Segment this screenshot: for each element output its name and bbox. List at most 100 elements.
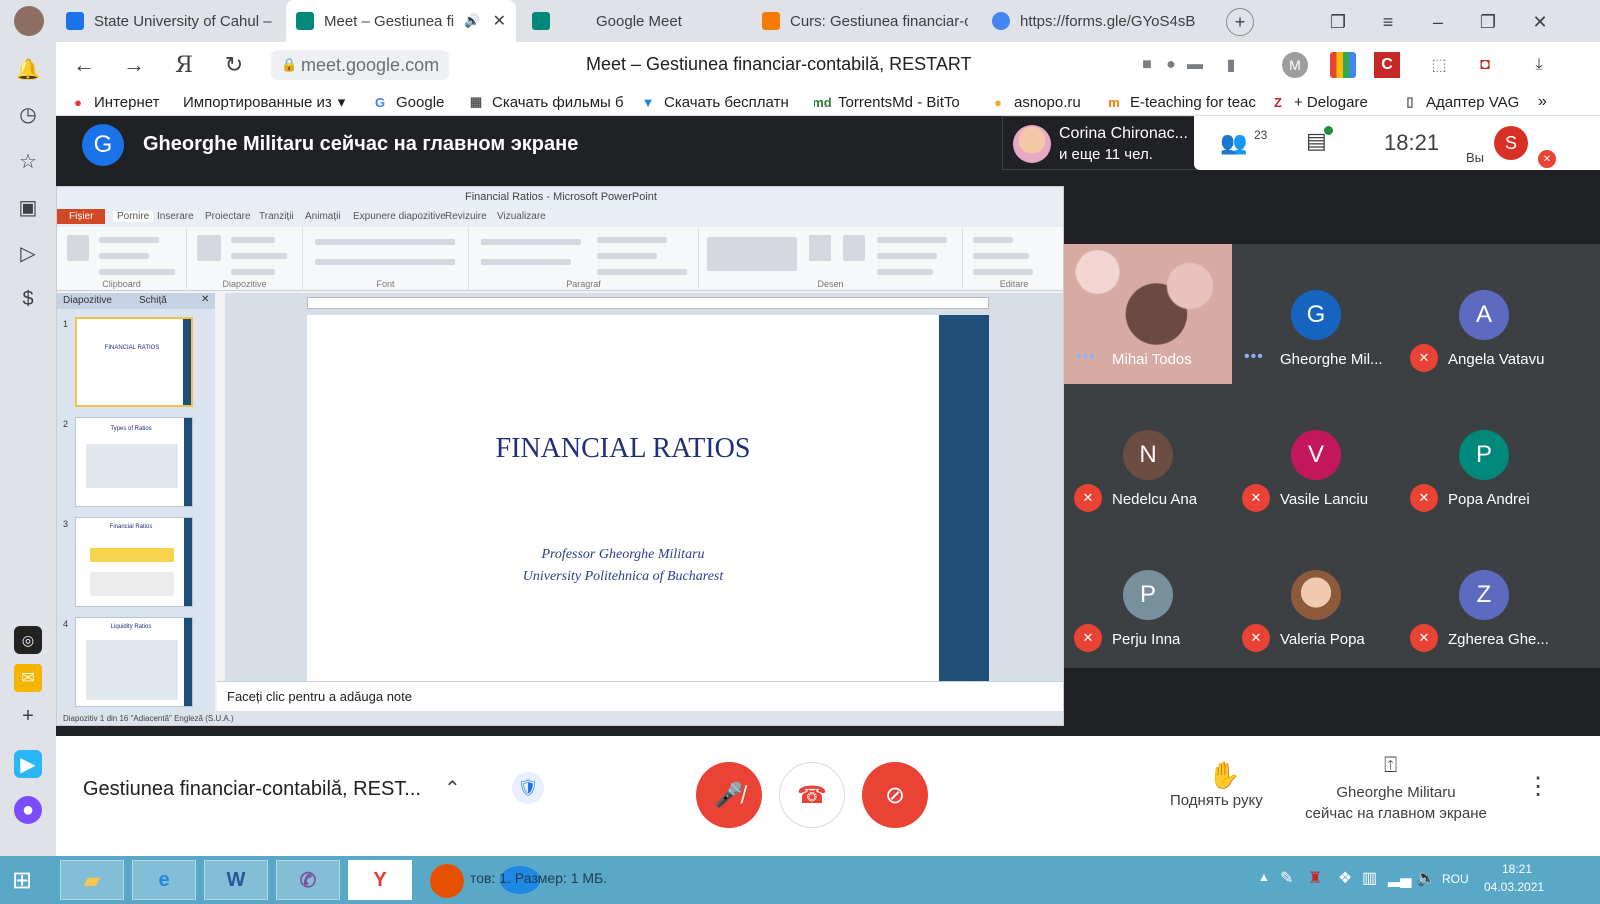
meeting-title[interactable]: Gestiunea financiar-contabilă, REST... (83, 778, 421, 801)
explorer-icon[interactable]: ▰ (60, 860, 124, 900)
windows-start-icon[interactable]: ⊞ (12, 866, 32, 895)
more-options-icon[interactable]: ••• (1244, 348, 1264, 366)
speaker-icon[interactable]: 🔊 (464, 13, 480, 29)
collections-icon[interactable]: ▣ (14, 193, 42, 221)
forward-icon[interactable]: → (120, 51, 148, 79)
self-avatar[interactable]: S (1494, 126, 1528, 160)
restore-icon[interactable]: ❐ (1474, 8, 1502, 36)
camera-off-button[interactable]: ⊘ (862, 762, 928, 828)
camera-icon[interactable]: ■ (1134, 52, 1160, 78)
close-window-icon[interactable]: ✕ (1526, 8, 1554, 36)
raise-hand-icon[interactable]: ✋ (1208, 760, 1240, 791)
wallet-icon[interactable]: $ (14, 285, 42, 313)
minimize-icon[interactable]: – (1424, 8, 1452, 36)
close-tab-icon[interactable]: ✕ (493, 11, 506, 31)
network-icon[interactable]: ▥ (1362, 868, 1377, 888)
mic-icon[interactable]: ● (1158, 52, 1184, 78)
chat-icon[interactable]: ▬ (1182, 52, 1208, 78)
ribbon-tab-file[interactable]: Fișier (57, 209, 106, 224)
ribbon-tab-slideshow[interactable]: Expunere diapozitive (353, 211, 446, 222)
dropbox-icon[interactable]: ❖ (1338, 868, 1352, 888)
back-icon[interactable]: ← (70, 51, 98, 79)
extension-box-icon[interactable]: ⬚ (1426, 52, 1452, 78)
shield-icon[interactable]: 🛡 (512, 772, 544, 804)
bookmark-movies[interactable]: ▦ Скачать фильмы б (468, 92, 624, 112)
extension-icon[interactable] (1330, 52, 1356, 78)
more-bookmarks-icon[interactable]: » (1538, 92, 1558, 112)
bookmark-internet[interactable]: ● Интернет (70, 92, 170, 112)
profile-avatar[interactable] (14, 6, 44, 36)
tab-forms[interactable]: https://forms.gle/GYoS4sB (982, 0, 1208, 42)
people-icon[interactable]: 👥 (1220, 130, 1247, 156)
history-icon[interactable]: ◷ (14, 100, 42, 128)
add-icon[interactable]: + (14, 702, 42, 730)
ribbon-tab-view[interactable]: Vizualizare (497, 211, 546, 222)
tab-meet-active[interactable]: Meet – Gestiunea fin 🔊 ✕ (286, 0, 516, 42)
url-field[interactable]: 🔒 meet.google.com (271, 50, 450, 80)
raise-hand-label[interactable]: Поднять руку (1170, 792, 1263, 809)
slide-thumb-1[interactable]: FINANCIAL RATIOS (75, 317, 193, 407)
slide-thumb-3[interactable]: Financial Ratios (75, 517, 193, 607)
yandex-icon[interactable]: Я (170, 51, 198, 79)
profile-m-icon[interactable]: M (1282, 52, 1308, 78)
ribbon-tab-design[interactable]: Proiectare (205, 211, 251, 222)
messenger-icon[interactable]: ▶ (14, 750, 42, 778)
bookmark-download[interactable]: ▼ Скачать бесплатн (640, 92, 796, 112)
ribbon-tab-insert[interactable]: Inserare (157, 211, 194, 222)
bookmark-eteaching[interactable]: m E-teaching for teac (1106, 92, 1256, 112)
bookmark-torrents[interactable]: md TorrentsMd - BitTo (814, 92, 974, 112)
participant-tile[interactable]: P ✕ Popa Andrei (1400, 384, 1568, 524)
star-icon[interactable]: ☆ (14, 147, 42, 175)
yandex-browser-icon[interactable]: Y (348, 860, 412, 900)
tab-google-meet[interactable]: Google Meet (522, 0, 748, 42)
reload-icon[interactable]: ↻ (220, 51, 248, 79)
slide-thumb-4[interactable]: Liquidity Ratios (75, 617, 193, 707)
tab-university[interactable]: State University of Cahul – (56, 0, 282, 42)
more-options-icon[interactable]: ••• (1076, 348, 1096, 366)
tabs-icon[interactable]: ❐ (1324, 8, 1352, 36)
bookmark-imported[interactable]: Импортированные из ▾ (183, 92, 355, 112)
chevron-up-icon[interactable]: ⌃ (444, 776, 461, 801)
play-icon[interactable]: ▷ (14, 239, 42, 267)
bookmark-asnopo[interactable]: ● asnopo.ru (990, 92, 1100, 112)
more-options-icon[interactable]: ⋮ (1526, 772, 1550, 801)
new-tab-button[interactable]: + (1226, 8, 1254, 36)
ie-icon[interactable]: e (132, 860, 196, 900)
tray-time[interactable]: 18:21 (1502, 862, 1532, 876)
bookmark-icon[interactable]: ▮ (1218, 52, 1244, 78)
language-indicator[interactable]: ROU (1442, 872, 1469, 886)
bookmark-google[interactable]: G Google (372, 92, 458, 112)
security-icon[interactable]: ♜ (1308, 868, 1322, 888)
alice-icon[interactable]: ◎ (14, 626, 42, 654)
tab-course[interactable]: Curs: Gestiunea financiar-c (752, 0, 978, 42)
participant-tile[interactable]: V ✕ Vasile Lanciu (1232, 384, 1400, 524)
bookmark-delogare[interactable]: Z + Delogare (1270, 92, 1390, 112)
alice-voice-icon[interactable]: ● (14, 796, 42, 824)
participant-tile[interactable]: ✕ Valeria Popa (1232, 524, 1400, 664)
media-icon[interactable] (430, 864, 464, 898)
current-slide[interactable]: FINANCIAL RATIOS Professor Gheorghe Mili… (307, 315, 989, 681)
slide-thumb-2[interactable]: Types of Ratios (75, 417, 193, 507)
bell-icon[interactable]: 🔔 (14, 55, 42, 83)
leave-call-button[interactable]: ☎ (779, 762, 845, 828)
participant-tile[interactable]: P ✕ Perju Inna (1064, 524, 1232, 664)
participant-tile[interactable]: ••• Mihai Todos (1064, 244, 1232, 384)
tray-icon[interactable]: ✎ (1280, 868, 1293, 888)
pane-tab-slides[interactable]: Diapozitive (63, 295, 112, 306)
present-screen-icon[interactable]: ⍐ (1384, 752, 1397, 778)
download-icon[interactable]: ⤓ (1526, 52, 1552, 78)
ribbon-tab-review[interactable]: Revizuire (445, 211, 487, 222)
mic-off-button[interactable]: 🎤̸ (696, 762, 762, 828)
signal-icon[interactable]: ▂▄ (1388, 868, 1412, 888)
menu-icon[interactable]: ≡ (1374, 8, 1402, 36)
mail-icon[interactable]: ✉ (14, 664, 42, 692)
viber-icon[interactable]: ✆ (276, 860, 340, 900)
participant-tile[interactable]: Z ✕ Zgherea Ghe... (1400, 524, 1568, 664)
close-pane-icon[interactable]: ✕ (201, 294, 209, 305)
extension-adblock-icon[interactable]: ◘ (1472, 52, 1498, 78)
pane-tab-outline[interactable]: Schiță (139, 295, 167, 306)
participant-tile[interactable]: G ••• Gheorghe Mil... (1232, 244, 1400, 384)
ribbon-tab-transitions[interactable]: Tranziții (259, 211, 294, 222)
notes-field[interactable]: Faceți clic pentru a adăuga note (217, 681, 1063, 711)
volume-icon[interactable]: 🔈 (1416, 868, 1436, 888)
